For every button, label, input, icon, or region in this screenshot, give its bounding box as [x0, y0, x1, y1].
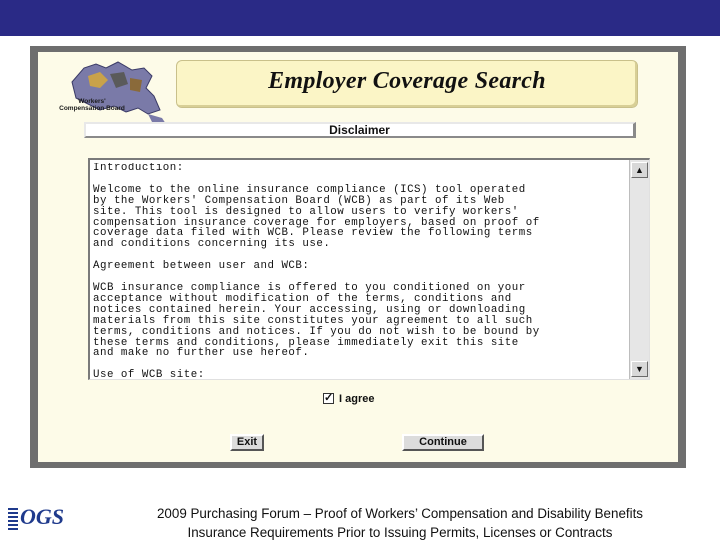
exit-button[interactable]: Exit: [230, 434, 264, 451]
agree-checkbox[interactable]: ✓: [323, 392, 334, 404]
disclaimer-line: and make no further use hereof.: [93, 347, 310, 360]
application-window: Workers' Compensation Board Employer Cov…: [38, 52, 678, 462]
disclaimer-line: site. This tool is designed to allow use…: [93, 205, 519, 218]
disclaimer-line: terms, conditions and notices. If you do…: [93, 325, 540, 338]
wcb-logo: Workers' Compensation Board: [48, 58, 172, 132]
disclaimer-heading: Disclaimer: [329, 123, 390, 137]
disclaimer-line: Introduction:: [93, 163, 184, 174]
disclaimer-line: by the Workers' Compensation Board (WCB)…: [93, 194, 505, 207]
disclaimer-line: Use of WCB site:: [93, 369, 205, 377]
disclaimer-line: materials from this site constitutes you…: [93, 314, 533, 327]
disclaimer-line: Agreement between user and WCB:: [93, 260, 310, 273]
scroll-down-button[interactable]: ▼: [631, 361, 648, 377]
title-banner: Employer Coverage Search: [176, 60, 638, 108]
arrow-down-icon: ▼: [635, 364, 644, 374]
agree-label[interactable]: I agree: [339, 392, 374, 406]
scroll-up-button[interactable]: ▲: [631, 162, 648, 178]
continue-button[interactable]: Continue: [402, 434, 484, 451]
ogs-logo-text: OGS: [20, 504, 65, 529]
new-york-state-map-icon: [71, 61, 166, 124]
ogs-logo: OGS: [6, 504, 65, 538]
logo-label: Workers' Compensation Board: [59, 98, 125, 112]
disclaimer-text: Introduction: Welcome to the online insu…: [93, 163, 628, 377]
vertical-scrollbar[interactable]: ▲ ▼: [629, 160, 649, 379]
screenshot-frame: Workers' Compensation Board Employer Cov…: [30, 46, 686, 468]
checkmark-icon: ✓: [324, 392, 334, 404]
disclaimer-textarea[interactable]: Introduction: Welcome to the online insu…: [88, 158, 650, 380]
disclaimer-line: and conditions concerning its use.: [93, 238, 331, 251]
footer-line-2: Insurance Requirements Prior to Issuing …: [187, 525, 613, 540]
arrow-up-icon: ▲: [635, 165, 644, 175]
disclaimer-header-bar: Disclaimer: [84, 122, 636, 138]
page-title: Employer Coverage Search: [268, 68, 546, 94]
top-banner-band: [0, 0, 720, 36]
footer-line-1: 2009 Purchasing Forum – Proof of Workers…: [156, 506, 644, 521]
